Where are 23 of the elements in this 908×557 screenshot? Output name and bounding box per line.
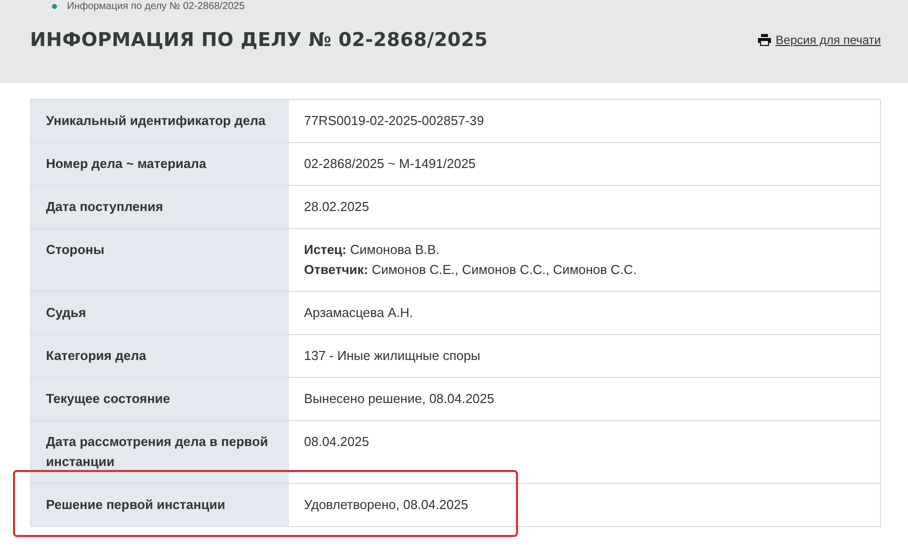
field-value: 137 - Иные жилищные споры (303, 347, 482, 365)
field-label: Стороны (31, 229, 289, 291)
field-label: Дата поступления (31, 186, 289, 228)
field-label: Текущее состояние (31, 378, 289, 420)
field-value: 28.02.2025 (303, 198, 370, 216)
page-title: ИНФОРМАЦИЯ ПО ДЕЛУ № 02-2868/2025 (30, 29, 488, 51)
field-value: Истец: Симонова В.В. Ответчик: Симонов С.Е., Симонов С.С., Симонов С.С. (303, 241, 638, 279)
printer-icon (758, 34, 771, 46)
field-value: Вынесено решение, 08.04.2025 (303, 390, 496, 408)
print-version-link[interactable]: Версия для печати (758, 33, 881, 47)
field-label: Номер дела ~ материала (31, 143, 289, 185)
breadcrumb-link[interactable]: Информация по делу № 02-2868/2025 (67, 0, 245, 12)
field-value: 02-2868/2025 ~ М-1491/2025 (303, 155, 477, 173)
field-value: Удовлетворено, 08.04.2025 (303, 496, 470, 514)
field-value: Арзамасцева А.Н. (303, 304, 414, 322)
field-label: Судья (31, 292, 289, 334)
field-label: Категория дела (31, 335, 289, 377)
field-label: Дата рассмотрения дела в первой инстанции (31, 421, 289, 483)
field-label: Уникальный идентификатор дела (31, 100, 289, 142)
field-value: 08.04.2025 (303, 433, 370, 451)
field-value: 77RS0019-02-2025-002857-39 (303, 112, 485, 130)
bullet-icon (52, 4, 57, 8)
field-label: Решение первой инстанции (31, 484, 289, 526)
